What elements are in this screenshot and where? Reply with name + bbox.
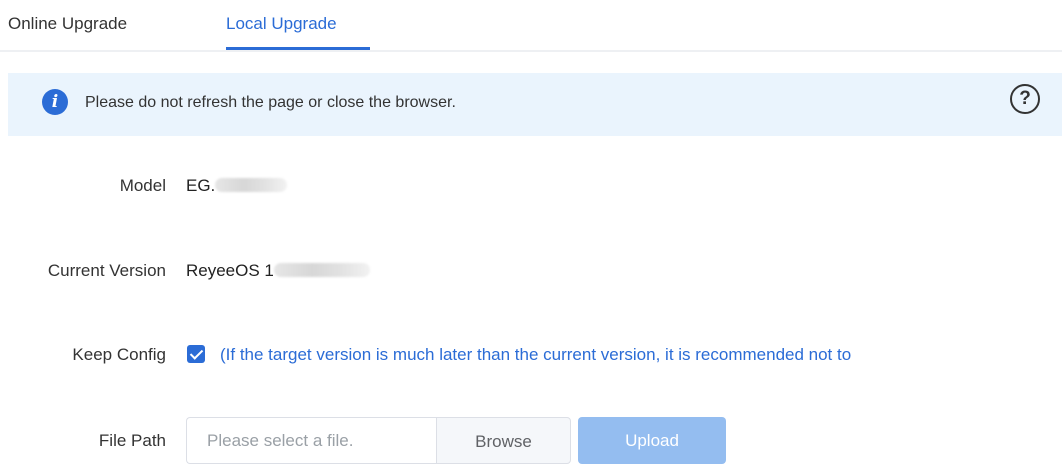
keep-config-label: Keep Config	[72, 345, 166, 364]
current-version-label: Current Version	[47, 261, 166, 280]
tab-online-upgrade[interactable]: Online Upgrade	[8, 13, 127, 35]
banner-message: Please do not refresh the page or close …	[85, 94, 456, 111]
upload-button[interactable]: Upload	[578, 417, 726, 464]
redacted-blur	[215, 178, 288, 193]
file-path-label: File Path	[98, 431, 166, 450]
file-path-input[interactable]	[186, 417, 436, 464]
model-label: Model	[119, 176, 166, 195]
redacted-blur	[273, 263, 370, 278]
keep-config-checkbox[interactable]	[187, 345, 205, 363]
current-version-value: ReyeeOS 1	[186, 260, 370, 282]
keep-config-note: (If the target version is much later tha…	[220, 345, 852, 364]
info-banner: i Please do not refresh the page or clos…	[8, 73, 1062, 136]
tab-local-upgrade[interactable]: Local Upgrade	[226, 13, 337, 35]
question-circle-icon[interactable]: ?	[1010, 84, 1040, 114]
upgrade-tabs: Online Upgrade Local Upgrade	[0, 0, 1062, 52]
local-upgrade-page: Online Upgrade Local Upgrade i Please do…	[0, 0, 1062, 464]
info-icon: i	[42, 89, 68, 115]
model-value: EG.	[186, 175, 288, 197]
browse-button[interactable]: Browse	[436, 417, 571, 464]
active-tab-indicator	[226, 47, 370, 50]
